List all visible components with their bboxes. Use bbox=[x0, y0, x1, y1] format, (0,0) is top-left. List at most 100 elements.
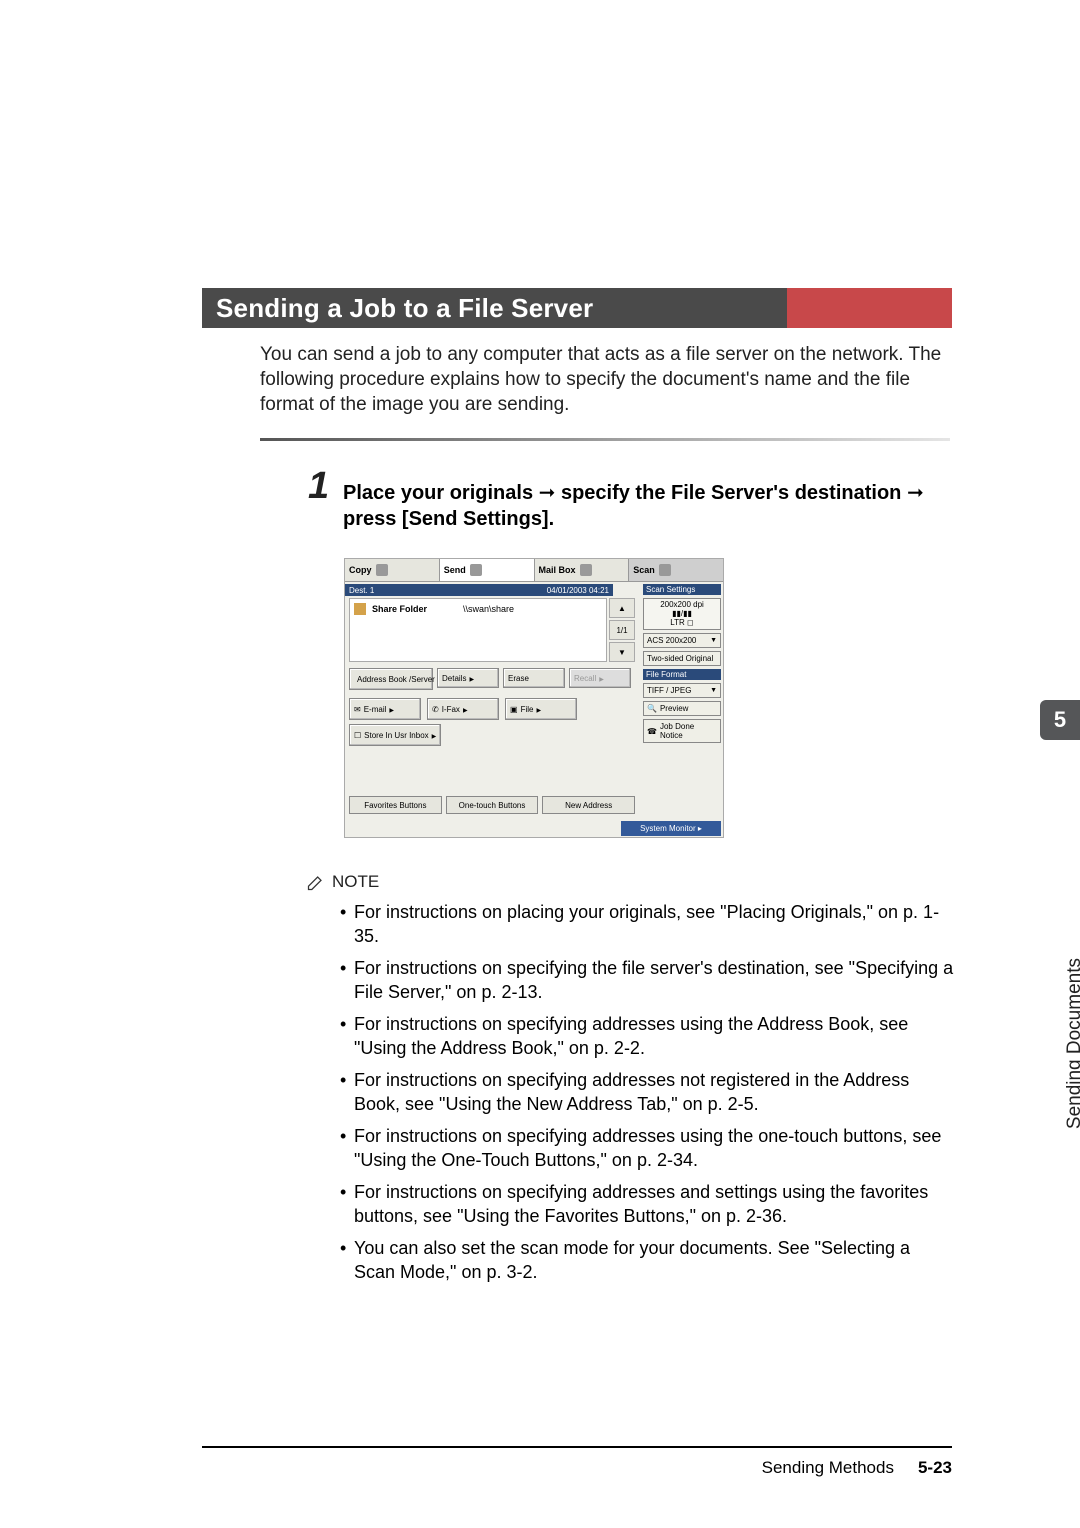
note-heading: NOTE bbox=[306, 872, 379, 892]
note-item: For instructions on specifying addresses… bbox=[340, 1068, 954, 1116]
tab-label: Mail Box bbox=[539, 565, 576, 575]
button-label: Address Book /Server bbox=[357, 675, 435, 684]
address-book-button[interactable]: Address Book /Server bbox=[349, 668, 433, 690]
button-label: Erase bbox=[508, 674, 529, 683]
store-inbox-button[interactable]: ☐Store In Usr Inbox bbox=[349, 724, 441, 746]
step-instruction: Place your originals ➞ specify the File … bbox=[343, 480, 951, 532]
bottom-tab-row: Favorites Buttons One-touch Buttons New … bbox=[349, 796, 635, 814]
tab-copy[interactable]: Copy bbox=[345, 559, 440, 581]
destination-list[interactable]: Share Folder \\swan\share bbox=[349, 598, 607, 662]
job-done-button[interactable]: ☎Job Done Notice bbox=[643, 719, 721, 743]
file-icon: ▣ bbox=[510, 705, 518, 714]
acs-dropdown[interactable]: ACS 200x200 bbox=[643, 633, 721, 648]
tab-label: New Address bbox=[565, 801, 612, 810]
button-label: I-Fax bbox=[442, 705, 460, 714]
device-screenshot: Copy Send Mail Box Scan Dest. 1 04/01/20… bbox=[344, 558, 724, 838]
dropdown-label: ACS 200x200 bbox=[647, 636, 696, 645]
page-up-button[interactable]: ▲ bbox=[609, 598, 635, 618]
button-label: System Monitor bbox=[640, 824, 696, 833]
file-format-header: File Format bbox=[643, 669, 721, 680]
system-monitor-button[interactable]: System Monitor ▸ bbox=[621, 821, 721, 836]
button-label: Store In Usr Inbox bbox=[364, 731, 428, 740]
date-bar: Dest. 1 04/01/2003 04:21 bbox=[345, 584, 613, 596]
section-title: Sending a Job to a File Server bbox=[216, 293, 593, 324]
dest-name: Share Folder bbox=[372, 604, 427, 614]
email-button[interactable]: ✉E-mail bbox=[349, 698, 421, 720]
scan-settings-header: Scan Settings bbox=[643, 584, 721, 595]
scan-size: LTR ◻ bbox=[670, 619, 693, 628]
page-down-button[interactable]: ▼ bbox=[609, 642, 635, 662]
dest-count: Dest. 1 bbox=[349, 586, 374, 595]
tab-mailbox[interactable]: Mail Box bbox=[535, 559, 630, 581]
inbox-icon: ☐ bbox=[354, 731, 361, 740]
note-label: NOTE bbox=[332, 872, 379, 892]
tab-label: One-touch Buttons bbox=[459, 801, 526, 810]
two-sided-button[interactable]: Two-sided Original bbox=[643, 651, 721, 666]
erase-button[interactable]: Erase bbox=[503, 668, 565, 688]
note-item: For instructions on specifying addresses… bbox=[340, 1012, 954, 1060]
button-label: Details bbox=[442, 674, 466, 683]
tab-label: Send bbox=[444, 565, 466, 575]
note-item: For instructions on specifying addresses… bbox=[340, 1180, 954, 1228]
button-label: Preview bbox=[660, 704, 688, 713]
ifax-button[interactable]: ✆I-Fax bbox=[427, 698, 499, 720]
mailbox-icon bbox=[580, 564, 592, 576]
store-row: ☐Store In Usr Inbox bbox=[349, 724, 509, 746]
step-text-b: specify the File Server's destination bbox=[561, 482, 907, 504]
button-label: Job Done Notice bbox=[660, 722, 717, 740]
pencil-icon bbox=[306, 872, 326, 892]
tab-scan[interactable]: Scan bbox=[629, 559, 723, 581]
preview-icon: 🔍 bbox=[647, 704, 657, 713]
file-format-dropdown[interactable]: TIFF / JPEG bbox=[643, 683, 721, 698]
step-text-a: Place your originals bbox=[343, 482, 539, 504]
dropdown-label: TIFF / JPEG bbox=[647, 686, 691, 695]
preview-button[interactable]: 🔍Preview bbox=[643, 701, 721, 716]
chapter-label: Sending Documents bbox=[1064, 958, 1080, 1129]
list-item[interactable]: Share Folder \\swan\share bbox=[354, 601, 602, 617]
copy-icon bbox=[376, 564, 388, 576]
step-text-c: press [Send Settings]. bbox=[343, 508, 554, 530]
footer-page: 5-23 bbox=[918, 1458, 952, 1478]
onetouch-tab[interactable]: One-touch Buttons bbox=[446, 796, 539, 814]
file-button[interactable]: ▣File bbox=[505, 698, 577, 720]
ifax-icon: ✆ bbox=[432, 705, 439, 714]
address-type-row: ✉E-mail ✆I-Fax ▣File bbox=[349, 698, 635, 720]
note-item: You can also set the scan mode for your … bbox=[340, 1236, 954, 1284]
mail-icon: ✉ bbox=[354, 705, 361, 714]
mid-button-row: Address Book /Server Details Erase Recal… bbox=[349, 668, 635, 690]
page-footer: Sending Methods 5-23 bbox=[202, 1458, 952, 1478]
tab-send[interactable]: Send bbox=[440, 559, 535, 581]
screenshot-body: Dest. 1 04/01/2003 04:21 Share Folder \\… bbox=[345, 582, 723, 838]
arrow-icon: ➞ bbox=[907, 482, 924, 504]
section-header: Sending a Job to a File Server bbox=[202, 288, 952, 328]
details-button[interactable]: Details bbox=[437, 668, 499, 688]
button-label: Two-sided Original bbox=[647, 654, 713, 663]
footer-section: Sending Methods bbox=[762, 1458, 894, 1478]
note-item: For instructions on placing your origina… bbox=[340, 900, 954, 948]
tab-label: Copy bbox=[349, 565, 372, 575]
tab-label: Favorites Buttons bbox=[364, 801, 426, 810]
page-indicator: 1/1 bbox=[609, 620, 635, 640]
pager: ▲ 1/1 ▼ bbox=[609, 598, 635, 662]
newaddress-tab[interactable]: New Address bbox=[542, 796, 635, 814]
button-label: E-mail bbox=[364, 705, 387, 714]
favorites-tab[interactable]: Favorites Buttons bbox=[349, 796, 442, 814]
dest-path: \\swan\share bbox=[463, 604, 514, 614]
note-list: For instructions on placing your origina… bbox=[340, 900, 954, 1292]
scan-icon bbox=[659, 564, 671, 576]
button-label: Recall bbox=[574, 674, 596, 683]
tab-bar: Copy Send Mail Box Scan bbox=[345, 559, 723, 582]
tab-label: Scan bbox=[633, 565, 655, 575]
chapter-number: 5 bbox=[1054, 707, 1066, 733]
notice-icon: ☎ bbox=[647, 727, 657, 736]
note-item: For instructions on specifying the file … bbox=[340, 956, 954, 1004]
scan-settings-box[interactable]: 200x200 dpi ▮▮/▮▮ LTR ◻ bbox=[643, 598, 721, 630]
note-item: For instructions on specifying addresses… bbox=[340, 1124, 954, 1172]
button-label: File bbox=[521, 705, 534, 714]
footer-rule bbox=[202, 1446, 952, 1448]
chapter-tab: 5 bbox=[1040, 700, 1080, 740]
right-panel: Scan Settings 200x200 dpi ▮▮/▮▮ LTR ◻ AC… bbox=[643, 584, 721, 836]
folder-icon bbox=[354, 603, 366, 615]
intro-paragraph: You can send a job to any computer that … bbox=[260, 342, 950, 417]
step-number: 1 bbox=[308, 465, 329, 508]
